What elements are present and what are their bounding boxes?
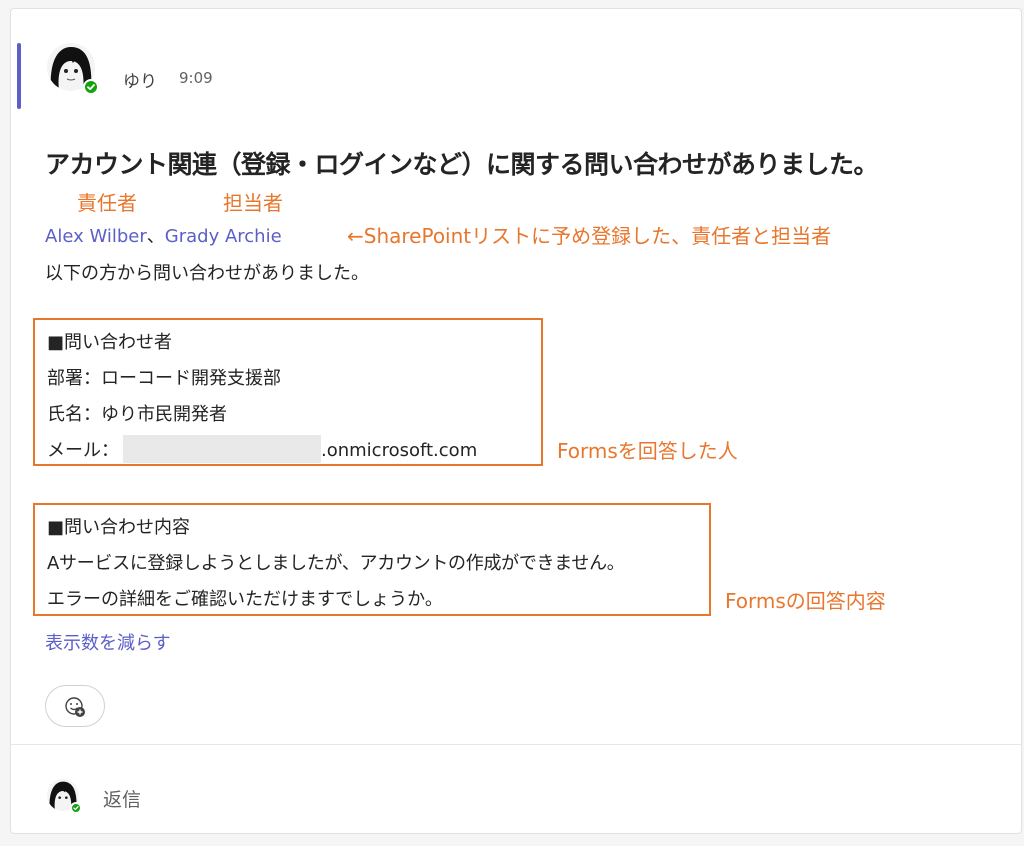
inquirer-name: 氏名：ゆり市民開発者 bbox=[47, 404, 227, 425]
content-line-2: エラーの詳細をご確認いただけますでしょうか。 bbox=[47, 589, 443, 610]
message-subject: アカウント関連（登録・ログインなど）に関する問い合わせがありました。 bbox=[45, 150, 879, 179]
add-reaction-button[interactable] bbox=[45, 685, 105, 727]
inquirer-box: ■問い合わせ者 部署：ローコード開発支援部 氏名：ゆり市民開発者 メール： .on… bbox=[33, 318, 543, 466]
annotation-forms-respondent: Formsを回答した人 bbox=[557, 439, 738, 463]
show-less-link[interactable]: 表示数を減らす bbox=[45, 629, 171, 655]
message-card: ゆり 9:09 アカウント関連（登録・ログインなど）に関する問い合わせがありまし… bbox=[10, 8, 1022, 834]
reply-divider bbox=[11, 744, 1021, 745]
annotation-responsible: 責任者 bbox=[77, 191, 137, 215]
available-check-icon bbox=[70, 802, 82, 814]
content-heading: ■問い合わせ内容 bbox=[47, 517, 191, 538]
reply-avatar bbox=[47, 779, 82, 814]
mention-separator: 、 bbox=[146, 226, 165, 247]
message-timestamp: 9:09 bbox=[179, 69, 213, 87]
inquirer-heading: ■問い合わせ者 bbox=[47, 332, 173, 353]
annotation-forms-content: Formsの回答内容 bbox=[725, 589, 886, 613]
content-box: ■問い合わせ内容 Aサービスに登録しようとしましたが、アカウントの作成ができませ… bbox=[33, 503, 711, 616]
available-check-icon bbox=[83, 79, 99, 95]
unread-accent-bar bbox=[17, 43, 21, 109]
sender-name[interactable]: ゆり bbox=[123, 67, 157, 92]
inquirer-department: 部署：ローコード開発支援部 bbox=[47, 368, 281, 389]
annotation-in-charge: 担当者 bbox=[223, 191, 283, 215]
reply-button[interactable]: 返信 bbox=[103, 785, 141, 812]
message-intro: 以下の方から問い合わせがありました。 bbox=[45, 263, 369, 284]
emoji-add-icon bbox=[65, 697, 85, 717]
mention-line: Alex Wilber、Grady Archie bbox=[45, 222, 282, 248]
mention-grady-archie[interactable]: Grady Archie bbox=[165, 226, 282, 247]
mail-domain: .onmicrosoft.com bbox=[321, 440, 478, 461]
mention-alex-wilber[interactable]: Alex Wilber bbox=[45, 226, 147, 247]
sender-avatar[interactable] bbox=[47, 43, 99, 95]
inquirer-mail: メール： .onmicrosoft.com bbox=[47, 435, 477, 463]
content-line-1: Aサービスに登録しようとしましたが、アカウントの作成ができません。 bbox=[47, 553, 625, 574]
mail-label: メール： bbox=[47, 440, 119, 461]
redacted-email-block bbox=[123, 435, 321, 463]
annotation-sharepoint-note: ←SharePointリストに予め登録した、責任者と担当者 bbox=[347, 224, 832, 248]
